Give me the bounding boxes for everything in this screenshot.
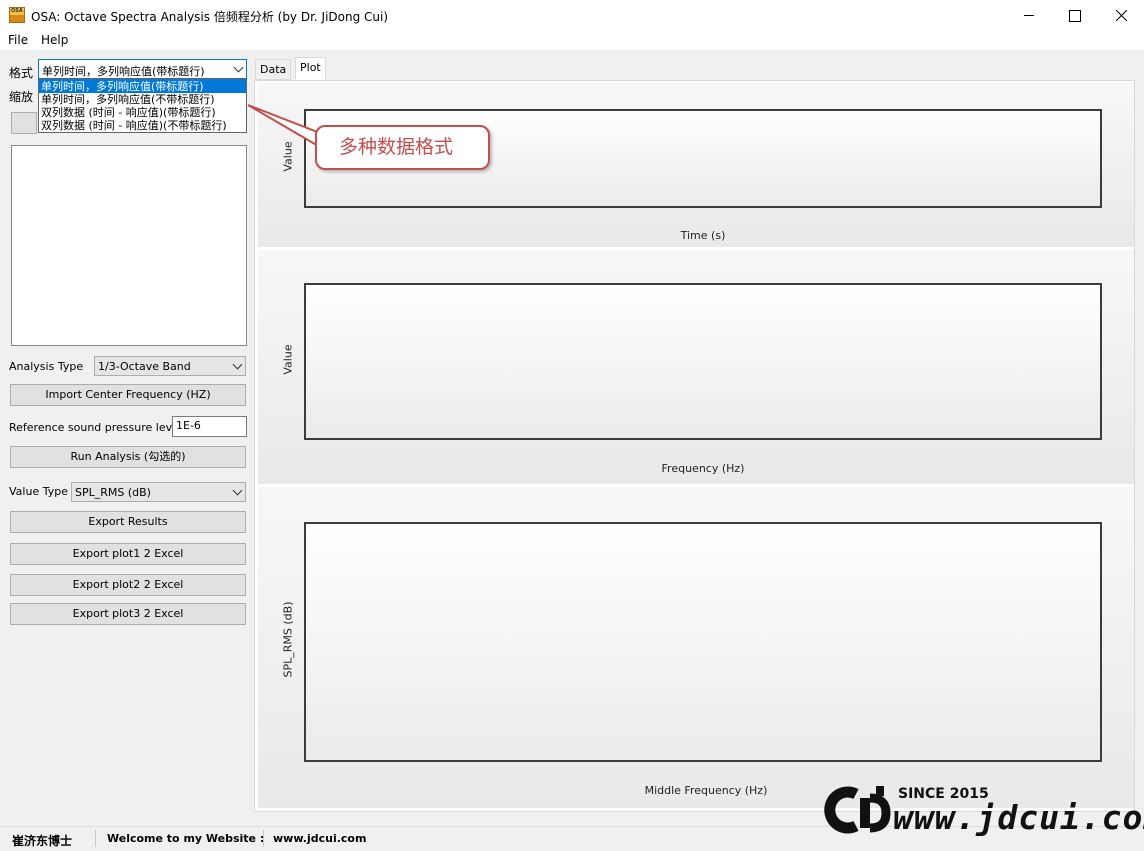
plot1-xlabel: Time (s) (680, 229, 726, 242)
plot3-ylabel: SPL_RMS (dB) (281, 601, 295, 678)
watermark-url: www.jdcui.com (893, 798, 1144, 837)
ref-spl-input[interactable]: 1E-6 (172, 416, 247, 437)
format-option-3[interactable]: 双列数据 (时间 - 响应值)(带标题行) (39, 106, 246, 119)
analysis-type-select[interactable]: 1/3-Octave Band (94, 356, 246, 376)
tab-data[interactable]: Data (255, 59, 292, 80)
format-select[interactable]: 单列时间，多列响应值(带标题行) (38, 59, 247, 79)
status-website[interactable]: www.jdcui.com (273, 832, 366, 845)
format-option-4[interactable]: 双列数据 (时间 - 响应值)(不带标题行) (39, 119, 246, 132)
import-center-frequency-button[interactable]: Import Center Frequency (HZ) (10, 384, 246, 406)
minimize-button[interactable] (1006, 0, 1052, 31)
status-welcome: Welcome to my Website : (107, 832, 265, 845)
main-window: OSA OSA: Octave Spectra Analysis 倍频程分析 (… (0, 0, 1144, 851)
export-plot3-button[interactable]: Export plot3 2 Excel (10, 603, 246, 625)
chevron-down-icon (232, 359, 243, 370)
menu-bar: File Help (0, 31, 1144, 50)
analysis-type-label: Analysis Type (9, 360, 84, 373)
scale-label: 缩放 (9, 90, 34, 104)
status-divider (263, 830, 264, 847)
analysis-type-value: 1/3-Octave Band (98, 360, 191, 373)
format-label: 格式 (9, 66, 34, 80)
plot3-area[interactable] (304, 522, 1102, 762)
status-author: 崔济东博士 (12, 834, 73, 848)
ref-spl-label: Reference sound pressure level (9, 421, 182, 434)
export-plot2-button[interactable]: Export plot2 2 Excel (10, 574, 246, 596)
plot2-area[interactable] (304, 283, 1102, 440)
plot2-ylabel: Value (281, 344, 295, 375)
value-type-label: Value Type (9, 485, 68, 498)
export-results-button[interactable]: Export Results (10, 511, 246, 533)
format-dropdown-list: 单列时间，多列响应值(带标题行) 单列时间，多列响应值(不带标题行) 双列数据 … (38, 79, 247, 133)
close-icon (1115, 10, 1127, 21)
menu-file[interactable]: File (8, 33, 28, 47)
close-button[interactable] (1098, 0, 1144, 31)
chevron-down-icon (233, 62, 244, 73)
status-divider (95, 830, 96, 847)
file-list-box[interactable] (11, 145, 247, 346)
maximize-button[interactable] (1052, 0, 1098, 31)
chevron-down-icon (232, 485, 243, 496)
window-title: OSA: Octave Spectra Analysis 倍频程分析 (by D… (31, 10, 389, 24)
callout-annotation: 多种数据格式 (315, 125, 490, 170)
menu-help[interactable]: Help (41, 33, 68, 47)
run-analysis-button[interactable]: Run Analysis (勾选的) (10, 446, 246, 468)
title-bar: OSA OSA: Octave Spectra Analysis 倍频程分析 (… (0, 0, 1144, 31)
format-select-value: 单列时间，多列响应值(带标题行) (42, 65, 205, 78)
cd-logo-icon (824, 786, 891, 834)
plot2-xlabel: Frequency (Hz) (661, 462, 745, 475)
format-option-1[interactable]: 单列时间，多列响应值(带标题行) (39, 80, 246, 93)
value-type-select[interactable]: SPL_RMS (dB) (71, 482, 246, 502)
value-type-value: SPL_RMS (dB) (75, 486, 151, 499)
format-option-2[interactable]: 单列时间，多列响应值(不带标题行) (39, 93, 246, 106)
export-plot1-button[interactable]: Export plot1 2 Excel (10, 543, 246, 565)
tab-plot[interactable]: Plot (295, 57, 326, 80)
app-icon: OSA (9, 7, 25, 23)
partially-hidden-button[interactable] (11, 112, 37, 134)
